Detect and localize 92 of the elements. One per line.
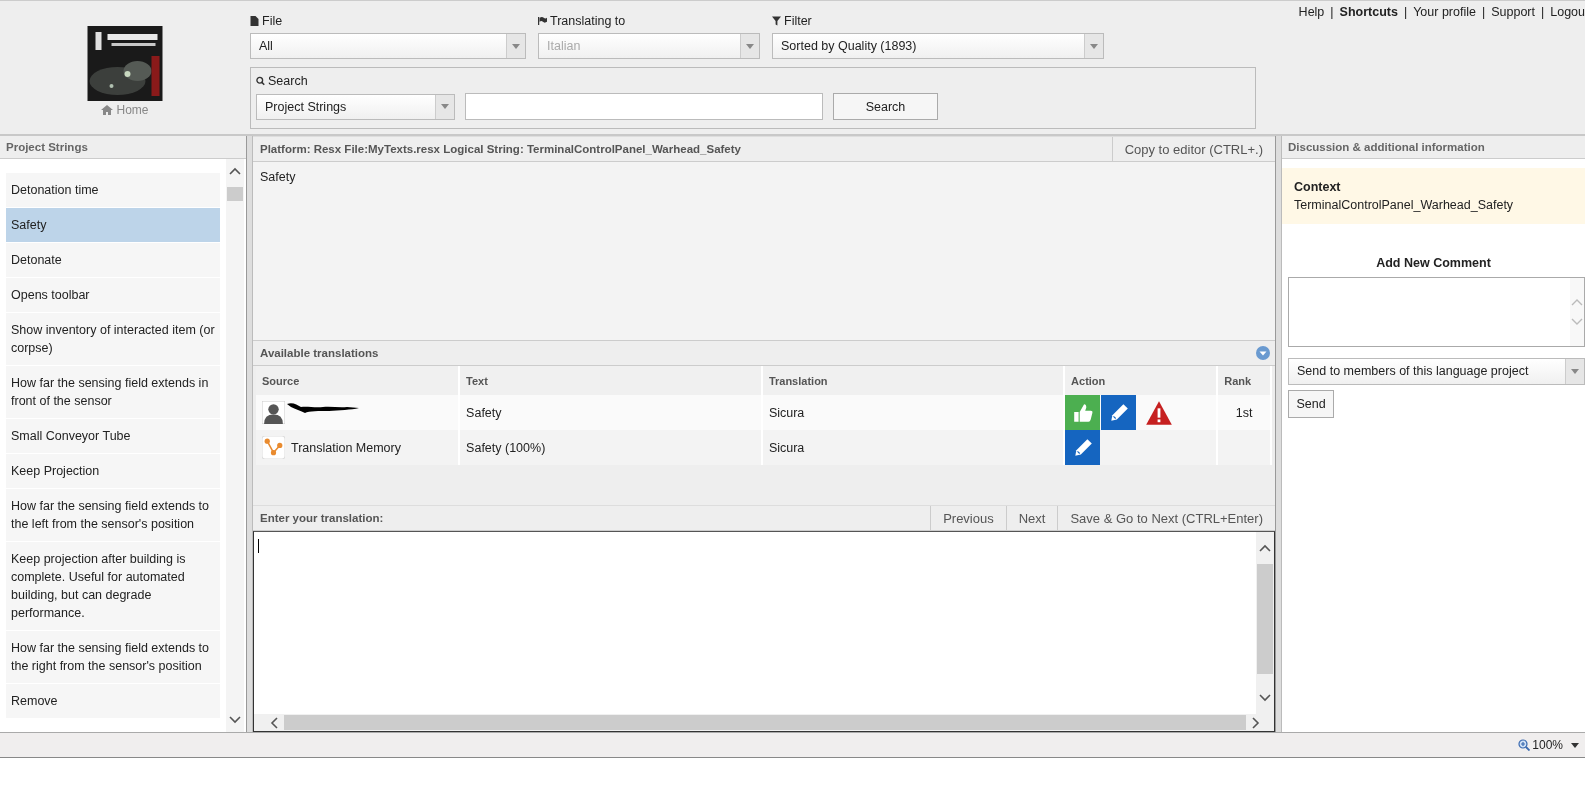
nav-link[interactable]: Logou [1550,5,1585,19]
search-field[interactable] [465,93,823,120]
language-label: Translating to [538,13,772,29]
filter-icon [772,16,781,26]
nav-link[interactable]: Support [1491,5,1535,19]
memory-icon [262,436,285,459]
search-icon [256,76,265,86]
scroll-up-icon [229,167,241,175]
panel-title: Discussion & additional information [1282,136,1585,159]
string-item[interactable]: Keep Projection [6,454,220,488]
caret-icon [746,43,754,49]
section-title: Available translations [259,347,379,359]
translation-field[interactable] [253,531,1275,732]
scroll-down-icon [1571,318,1583,326]
scroll-up-icon [1259,544,1271,552]
column-header: Rank [1224,374,1252,387]
input-label: Enter your translation: [259,512,384,524]
separator: | [1403,5,1408,19]
panel-splitter[interactable] [1275,136,1282,732]
context-value: TerminalControlPanel_Warhead_Safety [1294,197,1515,214]
string-item[interactable]: How far the sensing field extends in front of the sensor [6,366,220,418]
caret-icon [1571,369,1579,374]
string-item[interactable]: Safety [6,208,220,242]
scroll-thumb[interactable] [284,715,1246,730]
caret-icon [512,43,520,49]
string-item[interactable]: Show inventory of interacted item (or corpse) [6,313,220,365]
string-item[interactable]: Opens toolbar [6,278,220,312]
scrollbar[interactable] [254,714,1274,731]
comment-title: Add New Comment [1375,256,1492,270]
scope-dropdown[interactable]: Project Strings [256,93,455,120]
column-header: Text [466,374,488,387]
scroll-thumb[interactable] [1257,564,1273,674]
filter-label: Filter [772,13,1112,29]
string-item[interactable]: Keep projection after building is complete. Useful for automated building, but can degrade performance. [6,542,220,630]
nav-link[interactable]: Help [1298,5,1325,19]
scroll-up-icon [1571,298,1583,306]
column-header: Translation [768,374,828,387]
send-button[interactable]: Send [1288,390,1334,418]
scrollbar[interactable] [1256,532,1274,714]
collapse-icon[interactable] [1256,346,1270,360]
separator: | [1330,5,1334,19]
zoom-level[interactable]: 100% [1518,738,1563,752]
column-header: Source [262,374,300,387]
separator: | [1481,5,1486,19]
context-label: Context [1294,179,1342,196]
string-info: Platform: Resx File:MyTexts.resx Logical String: TerminalControlPanel_Warhead_Safety [259,143,741,155]
scroll-right-icon [1252,716,1260,729]
panel-splitter[interactable] [246,136,253,732]
file-label: File [250,13,538,29]
avatar-icon [262,401,285,424]
source-text: Safety [260,170,296,184]
scroll-down-icon [1259,694,1271,702]
panel-title: Project Strings [0,136,246,159]
scroll-left-icon [270,716,278,729]
comment-field[interactable] [1288,277,1585,347]
warning-icon [1144,399,1173,426]
string-item[interactable]: Remove [6,684,220,718]
recipients-dropdown[interactable]: Send to members of this language project [1288,358,1585,385]
string-item[interactable]: Small Conveyor Tube [6,419,220,453]
nav-link[interactable]: Your profile [1413,5,1476,19]
table-cell: Safety (100%) [466,440,546,455]
string-item[interactable]: Detonation time [6,173,220,207]
table-cell: Sicura [768,440,805,455]
zoom-icon [1518,739,1531,751]
rank-cell: 1st [1235,405,1253,420]
caret-icon[interactable] [1571,742,1579,748]
filter-dropdown[interactable]: Sorted by Quality (1893) [772,33,1104,59]
string-item[interactable]: How far the sensing field extends to the right from the sensor's position [6,631,220,683]
nav-link[interactable]: Shortcuts [1339,5,1398,19]
search-label: Search [256,73,1250,89]
flag-icon [538,16,547,26]
source-name: Translation Memory [291,440,401,455]
file-icon [250,16,259,26]
scroll-down-icon [229,716,241,724]
file-dropdown[interactable]: All [250,33,526,59]
scrollbar[interactable] [226,159,244,732]
edit-button[interactable] [1065,430,1101,465]
separator: | [1541,5,1545,19]
string-item[interactable]: Detonate [6,243,220,277]
table-cell: Safety [466,405,502,420]
column-header: Action [1071,374,1106,387]
text-cursor [258,539,259,553]
string-item[interactable]: How far the sensing field extends to the left from the sensor's position [6,489,220,541]
table-cell: Sicura [768,405,805,420]
edit-button[interactable] [1101,395,1137,430]
home-icon [101,105,114,115]
scroll-thumb[interactable] [227,187,243,201]
caret-icon [1090,43,1098,49]
approve-button[interactable] [1065,395,1101,430]
search-button[interactable]: Search [833,93,938,120]
thumbs-up-icon [1071,401,1094,424]
caret-icon [441,104,449,109]
